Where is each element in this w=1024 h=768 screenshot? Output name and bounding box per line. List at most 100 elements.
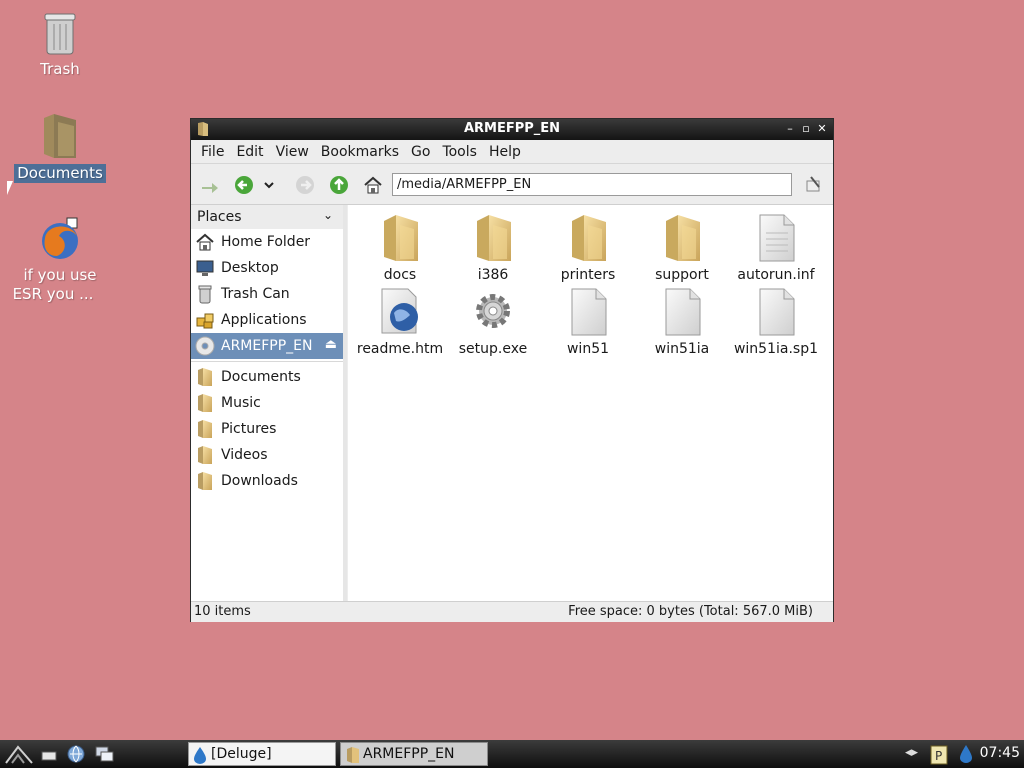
task-armefpp-en[interactable]: ARMEFPP_EN — [340, 742, 488, 766]
html-file-icon — [381, 288, 418, 334]
file-item-setup-exe[interactable]: setup.exe — [448, 287, 538, 358]
sidebar-item-label: Documents — [221, 369, 301, 385]
sidebar-item-trash[interactable]: Trash Can — [191, 281, 343, 307]
close-button[interactable]: ✕ — [815, 122, 829, 136]
window-titlebar[interactable]: ARMEFPP_EN – ▫ ✕ — [191, 119, 833, 140]
mouse-cursor — [7, 181, 13, 195]
menu-edit[interactable]: Edit — [230, 144, 269, 160]
forward-icon[interactable] — [294, 175, 316, 195]
file-item-docs[interactable]: docs — [355, 213, 445, 284]
desktop-trash[interactable]: Trash — [5, 12, 115, 79]
sidebar-item-label: Videos — [221, 447, 268, 463]
statusbar: 10 items Free space: 0 bytes (Total: 567… — [191, 601, 833, 622]
task-deluge[interactable]: [Deluge] — [188, 742, 336, 766]
folder-icon — [198, 394, 212, 412]
desktop-trash-label: Trash — [40, 60, 80, 78]
desktop-firefox-label-2: ESR you ... — [12, 285, 94, 303]
home-icon[interactable] — [362, 175, 384, 195]
eject-icon[interactable]: ⏏ — [325, 337, 337, 352]
folder-icon — [347, 747, 359, 763]
toolbar: /media/ARMEFPP_EN — [191, 163, 833, 205]
maximize-button[interactable]: ▫ — [799, 122, 813, 136]
sidebar-header[interactable]: Places ⌄ — [191, 205, 343, 229]
sidebar-item-music[interactable]: Music — [191, 390, 343, 416]
file-item-readme-htm[interactable]: readme.htm — [355, 287, 445, 358]
file-item-printers[interactable]: printers — [543, 213, 633, 284]
file-item-win51ia[interactable]: win51ia — [637, 287, 727, 358]
file-name: win51ia — [654, 341, 710, 357]
sidebar-item-label: Downloads — [221, 473, 298, 489]
desktop-icon — [196, 260, 214, 276]
clock: 07:45 — [979, 745, 1020, 761]
sidebar-item-desktop[interactable]: Desktop — [191, 255, 343, 281]
show-desktop-icon[interactable] — [40, 746, 58, 762]
file-name: docs — [383, 267, 417, 283]
file-name: readme.htm — [356, 341, 444, 357]
menu-go[interactable]: Go — [405, 144, 436, 160]
sidebar-item-videos[interactable]: Videos — [191, 442, 343, 468]
menu-logo-icon[interactable] — [4, 743, 34, 765]
deluge-icon — [194, 747, 206, 764]
path-edit-icon[interactable] — [803, 175, 825, 195]
sidebar-item-downloads[interactable]: Downloads — [191, 468, 343, 494]
status-item-count: 10 items — [194, 604, 251, 619]
file-item-i386[interactable]: i386 — [448, 213, 538, 284]
trash-icon — [44, 13, 76, 55]
tray-arrow-icon[interactable]: ◂▸ — [905, 745, 918, 760]
menu-help[interactable]: Help — [483, 144, 527, 160]
menu-file[interactable]: File — [195, 144, 230, 160]
sidebar-separator — [191, 361, 343, 362]
folder-icon — [666, 215, 700, 261]
windows-switcher-icon[interactable] — [94, 745, 116, 763]
folder-icon — [44, 114, 76, 158]
file-name: setup.exe — [458, 341, 528, 357]
folder-icon — [198, 420, 212, 438]
up-icon[interactable] — [328, 175, 350, 195]
sidebar-item-home[interactable]: Home Folder — [191, 229, 343, 255]
file-item-autorun-inf[interactable]: autorun.inf — [731, 213, 821, 284]
file-item-support[interactable]: support — [637, 213, 727, 284]
file-view: docs i386 printers support autorun.inf r… — [348, 205, 833, 601]
cdrom-icon — [195, 336, 215, 356]
sidebar-item-label: Desktop — [221, 260, 279, 276]
desktop-documents[interactable]: Documents — [5, 112, 115, 183]
file-icon — [759, 288, 795, 336]
location-input[interactable]: /media/ARMEFPP_EN — [392, 173, 792, 196]
sidebar-item-pictures[interactable]: Pictures — [191, 416, 343, 442]
file-name: win51 — [566, 341, 610, 357]
back-icon[interactable] — [233, 175, 255, 195]
history-dropdown-icon[interactable] — [263, 175, 275, 195]
trash-icon — [198, 285, 212, 304]
menu-view[interactable]: View — [270, 144, 315, 160]
sidebar-item-documents[interactable]: Documents — [191, 364, 343, 390]
new-tab-icon[interactable] — [199, 175, 221, 195]
home-icon — [196, 233, 214, 251]
folder-icon — [198, 368, 212, 386]
deluge-tray-icon[interactable] — [958, 744, 974, 764]
folder-icon — [198, 446, 212, 464]
desktop-documents-label: Documents — [14, 164, 106, 183]
sidebar-item-applications[interactable]: Applications — [191, 307, 343, 333]
chevron-down-icon[interactable]: ⌄ — [323, 208, 333, 222]
menu-bookmarks[interactable]: Bookmarks — [315, 144, 405, 160]
menu-tools[interactable]: Tools — [436, 144, 483, 160]
minimize-button[interactable]: – — [783, 122, 797, 136]
browser-launcher-icon[interactable] — [66, 744, 86, 764]
task-label: [Deluge] — [211, 746, 272, 762]
sidebar-item-label: ARMEFPP_EN — [221, 338, 313, 354]
file-item-win51[interactable]: win51 — [543, 287, 633, 358]
file-manager-window: ARMEFPP_EN – ▫ ✕ File Edit View Bookmark… — [190, 118, 834, 622]
pane-resize-handle[interactable] — [343, 205, 347, 601]
window-title: ARMEFPP_EN — [463, 121, 561, 136]
file-name: support — [655, 267, 709, 283]
file-name: i386 — [477, 267, 509, 283]
file-item-win51ia-sp1[interactable]: win51ia.sp1 — [731, 287, 821, 358]
clipboard-icon[interactable]: P — [930, 743, 948, 765]
desktop-firefox-launcher[interactable]: if you use ESR you ... — [5, 216, 115, 304]
sidebar-item-label: Applications — [221, 312, 307, 328]
sidebar-item-armefpp-en[interactable]: ARMEFPP_EN ⏏ — [191, 333, 343, 359]
gear-icon — [476, 294, 510, 328]
text-file-icon — [759, 214, 795, 262]
folder-icon — [384, 215, 418, 261]
file-name: printers — [560, 267, 616, 283]
